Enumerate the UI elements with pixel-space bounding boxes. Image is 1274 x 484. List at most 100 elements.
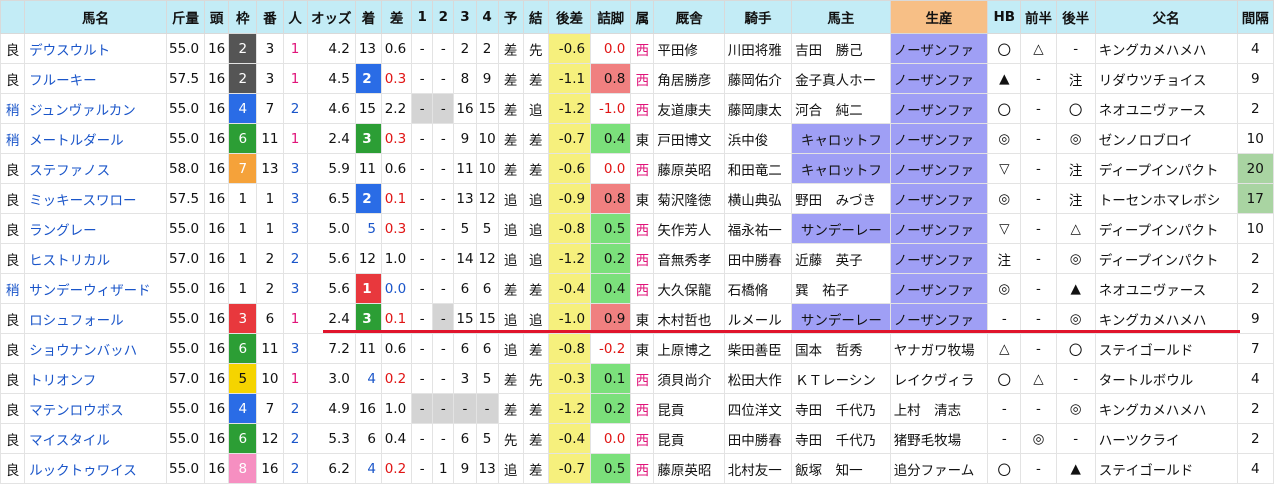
table-row[interactable]: 良ロシュフォール 55.0 16 3 6 1 2.4 3 0.1- -15 15 追追 -1.0 0.9 東…	[0, 303, 1274, 334]
corner1-cell: -	[411, 453, 434, 484]
horse-name-link[interactable]: ミッキースワロー	[24, 183, 167, 214]
column-header[interactable]: 番	[256, 0, 284, 34]
sire-cell: ステイゴールド	[1094, 333, 1238, 364]
column-header[interactable]: 後差	[547, 0, 592, 34]
table-row[interactable]: 稍メートルダール 55.0 16 6 11 1 2.4 3 0.3- -9 10 差差 -0.7 0.4 東…	[0, 123, 1274, 154]
column-header[interactable]: 馬名	[24, 0, 167, 34]
table-row[interactable]: 良ショウナンバッハ 55.0 16 6 11 3 7.2 11 0.6- -6 6 追差 -0.8 -0.…	[0, 333, 1274, 364]
owner-cell: 飯塚 知一	[791, 453, 891, 484]
late-gap-cell: -1.2	[547, 243, 592, 274]
corner2-cell: -	[432, 393, 455, 424]
horse-name-link[interactable]: トリオンフ	[24, 363, 167, 394]
table-row[interactable]: 良デウスウルト 55.0 16 2 3 1 4.2 13 0.6- -2 2 差先 -0.6 0.0 西平田…	[0, 33, 1274, 64]
owner-cell: 野田 みづき	[791, 183, 891, 214]
column-header[interactable]: 騎手	[723, 0, 793, 34]
hb-mark-cell: ◎	[987, 183, 1022, 214]
breeder-cell: 猪野毛牧場	[889, 423, 989, 454]
column-header[interactable]: 人	[282, 0, 308, 34]
corner4-cell: 6	[475, 333, 499, 364]
horse-name-link[interactable]: ジュンヴァルカン	[24, 93, 167, 124]
interval-cell: 4	[1236, 33, 1274, 64]
horse-name-link[interactable]: マイスタイル	[24, 423, 167, 454]
column-header[interactable]: 斤量	[165, 0, 206, 34]
column-header[interactable]: オッズ	[306, 0, 356, 34]
closing-cell: 0.5	[590, 453, 632, 484]
odds-cell: 5.0	[306, 213, 356, 244]
weight-cell: 57.5	[165, 63, 206, 94]
gate-cell: 6	[228, 333, 258, 364]
weight-cell: 55.0	[165, 273, 206, 304]
column-header[interactable]: 厩舎	[653, 0, 725, 34]
column-header[interactable]: 枠	[228, 0, 258, 34]
column-header[interactable]: 父名	[1094, 0, 1238, 34]
table-row[interactable]: 良トリオンフ 57.0 16 5 10 1 3.0 4 0.2- -3 5 差先 -0.3 0.1 西須貝尚…	[0, 363, 1274, 394]
column-header[interactable]: 予	[497, 0, 524, 34]
popularity-cell: 2	[282, 393, 308, 424]
late-gap-cell: -0.3	[547, 363, 592, 394]
corner3-cell: 5	[453, 213, 477, 244]
horse-name-link[interactable]: デウスウルト	[24, 33, 167, 64]
horse-name-link[interactable]: ヒストリカル	[24, 243, 167, 274]
weight-cell: 55.0	[165, 333, 206, 364]
column-header[interactable]: 属	[630, 0, 655, 34]
table-row[interactable]: 稍サンデーウィザード 55.0 16 1 2 3 5.6 1 0.0- -6 6 差差 -0.4 0.4 西…	[0, 273, 1274, 304]
horse-name-link[interactable]: フルーキー	[24, 63, 167, 94]
trainer-cell: 須貝尚介	[653, 363, 725, 394]
table-row[interactable]: 良ラングレー 55.0 16 1 1 3 5.0 5 0.3- -5 5 追追 -0.8 0.5 西矢作芳人…	[0, 213, 1274, 244]
column-header[interactable]: HB	[987, 0, 1022, 34]
table-row[interactable]: 良マイスタイル 55.0 16 6 12 2 5.3 6 0.4- -6 5 先差 -0.4 0.0 西昆貢…	[0, 423, 1274, 454]
horse-name-link[interactable]: ステファノス	[24, 153, 167, 184]
column-header[interactable]: 頭	[204, 0, 230, 34]
affiliation-cell: 東	[630, 183, 655, 214]
second-half-mark-cell: ◎	[1055, 243, 1096, 274]
column-header[interactable]: 間隔	[1236, 0, 1274, 34]
column-header[interactable]: 前半	[1020, 0, 1057, 34]
weight-cell: 57.0	[165, 363, 206, 394]
horse-name-link[interactable]: ロシュフォール	[24, 303, 167, 334]
interval-cell: 2	[1236, 423, 1274, 454]
hb-mark-cell: ▽	[987, 213, 1022, 244]
table-row[interactable]: 良ミッキースワロー 57.5 16 1 1 3 6.5 2 0.1- -13 12 追追 -0.9 0.8…	[0, 183, 1274, 214]
column-header[interactable]: 生産	[889, 0, 989, 34]
column-header[interactable]: 馬主	[791, 0, 891, 34]
column-header[interactable]: 着	[354, 0, 383, 34]
table-row[interactable]: 良ステファノス 58.0 16 7 13 3 5.9 11 0.6- -11 10 差差 -0.6 0.0…	[0, 153, 1274, 184]
first-half-mark-cell: -	[1020, 303, 1057, 334]
column-header[interactable]: 4	[475, 0, 499, 34]
table-row[interactable]: 良ヒストリカル 57.0 16 1 2 2 5.6 12 1.0- -14 12 追追 -1.2 0.2 西…	[0, 243, 1274, 274]
affiliation-cell: 西	[630, 213, 655, 244]
table-row[interactable]: 良フルーキー 57.5 16 2 3 1 4.5 2 0.3- -8 9 差差 -1.1 0.8 西角居勝彦…	[0, 63, 1274, 94]
horse-name-link[interactable]: ルックトゥワイス	[24, 453, 167, 484]
column-header[interactable]: 差	[381, 0, 413, 34]
gate-cell: 3	[228, 303, 258, 334]
horse-name-link[interactable]: ラングレー	[24, 213, 167, 244]
horse-name-link[interactable]: サンデーウィザード	[24, 273, 167, 304]
column-header[interactable]: 1	[411, 0, 434, 34]
column-header[interactable]: 結	[522, 0, 549, 34]
table-row[interactable]: 稍ジュンヴァルカン 55.0 16 4 7 2 4.6 15 2.2- -16 15 差追 -1.2 -1…	[0, 93, 1274, 124]
jockey-cell: 石橋脩	[723, 273, 793, 304]
jockey-cell: 横山典弘	[723, 183, 793, 214]
jockey-cell: 藤岡康太	[723, 93, 793, 124]
column-header[interactable]: 後半	[1055, 0, 1096, 34]
finish-rank-cell: 11	[354, 333, 383, 364]
horse-name-link[interactable]: メートルダール	[24, 123, 167, 154]
first-half-mark-cell: -	[1020, 153, 1057, 184]
horse-name-link[interactable]: ショウナンバッハ	[24, 333, 167, 364]
column-header[interactable]	[0, 0, 26, 34]
condition-cell: 良	[0, 33, 26, 64]
result-style-cell: 追	[522, 303, 549, 334]
jockey-cell: 四位洋文	[723, 393, 793, 424]
table-row[interactable]: 良ルックトゥワイス 55.0 16 8 16 2 6.2 4 0.2-1 9 13 追差 -0.7 0.5…	[0, 453, 1274, 484]
table-row[interactable]: 良マテンロウボス 55.0 16 4 7 2 4.9 16 1.0- - - - 差差 -1.2 0.2 西昆…	[0, 393, 1274, 424]
column-header[interactable]: 詰脚	[590, 0, 632, 34]
owner-cell: 吉田 勝己	[791, 33, 891, 64]
owner-cell: サンデーレー	[791, 303, 891, 334]
corner3-cell: 9	[453, 123, 477, 154]
horse-name-link[interactable]: マテンロウボス	[24, 393, 167, 424]
odds-cell: 4.6	[306, 93, 356, 124]
corner2-cell: -	[432, 303, 455, 334]
column-header[interactable]: 2	[432, 0, 455, 34]
column-header[interactable]: 3	[453, 0, 477, 34]
interval-cell: 7	[1236, 333, 1274, 364]
